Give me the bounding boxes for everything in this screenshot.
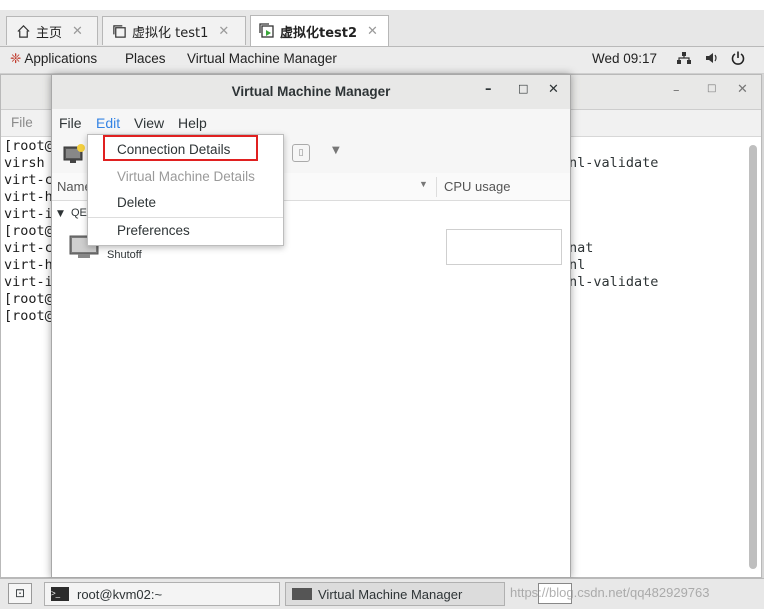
- close-icon[interactable]: ✕: [367, 24, 378, 39]
- expand-chevron-icon[interactable]: ▼: [57, 209, 64, 219]
- menu-item-vm-details[interactable]: Virtual Machine Details: [117, 169, 255, 184]
- tab-test2[interactable]: 虚拟化test2 ✕: [250, 15, 389, 46]
- applications-menu[interactable]: ❈ Applications: [10, 51, 97, 67]
- minimize-icon[interactable]: –: [673, 83, 680, 98]
- host-tab-bar: 主页 ✕ 虚拟化 test1 ✕ 虚拟化test2 ✕: [0, 10, 764, 47]
- terminal-right-fragment: nl: [569, 257, 586, 273]
- column-divider: [436, 177, 437, 197]
- terminal-scrollbar[interactable]: [749, 145, 757, 569]
- clock[interactable]: Wed 09:17: [592, 51, 657, 66]
- taskbar-terminal-label: root@kvm02:~: [77, 586, 163, 602]
- bottom-taskbar: ⊡ >_ root@kvm02:~ Virtual Machine Manage…: [0, 578, 764, 609]
- cpu-usage-graph: [446, 229, 562, 265]
- menu-item-delete[interactable]: Delete: [117, 195, 156, 210]
- menu-separator: [88, 217, 283, 218]
- new-vm-icon[interactable]: [62, 143, 86, 169]
- close-icon[interactable]: ✕: [737, 82, 748, 97]
- terminal-icon: >_: [51, 587, 69, 601]
- menu-help[interactable]: Help: [178, 115, 207, 131]
- gnome-foot-icon: ❈: [10, 51, 22, 66]
- vm-status: Shutoff: [107, 249, 142, 261]
- close-icon[interactable]: ✕: [72, 24, 83, 39]
- menu-item-preferences[interactable]: Preferences: [117, 223, 190, 238]
- menu-file[interactable]: File: [59, 115, 82, 131]
- current-app-menu[interactable]: Virtual Machine Manager: [187, 51, 337, 66]
- network-icon[interactable]: [676, 50, 692, 69]
- minimize-icon[interactable]: –: [485, 82, 492, 97]
- menu-edit[interactable]: Edit: [96, 115, 120, 131]
- home-icon: [15, 23, 31, 39]
- window-title: Virtual Machine Manager: [231, 84, 391, 99]
- places-menu[interactable]: Places: [125, 51, 166, 66]
- terminal-menu-file[interactable]: File: [11, 115, 33, 130]
- vmm-icon: [292, 588, 312, 600]
- tab-home[interactable]: 主页 ✕: [6, 16, 98, 45]
- applications-label: Applications: [24, 51, 98, 66]
- stop-button[interactable]: ▯: [292, 144, 310, 162]
- maximize-icon[interactable]: □: [707, 83, 716, 94]
- tab-label: 虚拟化test2: [280, 25, 358, 41]
- close-icon[interactable]: ✕: [548, 82, 559, 97]
- terminal-right-fragment: nl-validate: [569, 155, 659, 171]
- sort-chevron-icon[interactable]: ▼: [419, 179, 428, 189]
- menu-item-connection-details[interactable]: Connection Details: [117, 142, 230, 157]
- power-icon[interactable]: [730, 50, 746, 69]
- taskbar-terminal[interactable]: >_ root@kvm02:~: [44, 582, 280, 606]
- window-icon: [111, 23, 127, 39]
- close-icon[interactable]: ✕: [218, 24, 229, 39]
- show-desktop-icon[interactable]: ⊡: [8, 583, 32, 604]
- maximize-icon[interactable]: □: [518, 82, 528, 95]
- edit-dropdown-menu: Connection Details Virtual Machine Detai…: [87, 134, 284, 246]
- tab-test1[interactable]: 虚拟化 test1 ✕: [102, 16, 246, 45]
- volume-icon[interactable]: [704, 50, 720, 69]
- vm-running-icon: [259, 23, 275, 39]
- vmm-titlebar: Virtual Machine Manager – □ ✕: [52, 75, 570, 110]
- terminal-right-fragment: nl-validate: [569, 274, 659, 290]
- vmm-menubar: File Edit View Help: [52, 109, 570, 135]
- watermark: https://blog.csdn.net/qq482929763: [510, 585, 710, 600]
- connection-label[interactable]: QE: [71, 207, 87, 219]
- chevron-down-icon[interactable]: ▼: [332, 145, 340, 156]
- tab-label: 主页: [36, 25, 63, 41]
- column-cpu-usage[interactable]: CPU usage: [444, 179, 510, 194]
- tab-label: 虚拟化 test1: [132, 25, 209, 41]
- taskbar-vmm-label: Virtual Machine Manager: [318, 586, 463, 602]
- menu-view[interactable]: View: [134, 115, 164, 131]
- vm-list[interactable]: ▼ QE Shutoff: [52, 201, 570, 577]
- taskbar-vmm[interactable]: Virtual Machine Manager: [285, 582, 505, 606]
- terminal-right-fragment: nat: [569, 240, 594, 256]
- gnome-top-panel: ❈ Applications Places Virtual Machine Ma…: [0, 47, 764, 74]
